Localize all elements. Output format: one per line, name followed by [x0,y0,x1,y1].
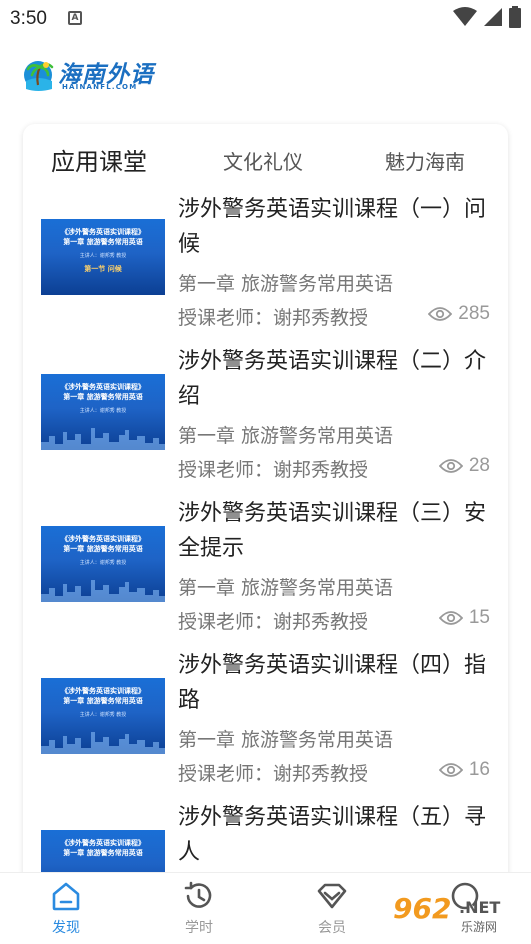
watermark-number: 962 [393,892,452,925]
thumb-course-name: 《涉外警务英语实训课程》 [61,383,145,391]
view-count: 28 [438,455,490,477]
thumb-chapter: 第一章 旅游警务常用英语 [63,238,143,246]
status-bar: 3:50 A [0,0,531,40]
nav-member[interactable]: 会员 [292,879,372,937]
view-count-number: 285 [458,303,490,324]
thumb-chapter: 第一章 旅游警务常用英语 [63,393,143,401]
course-thumbnail[interactable]: 《涉外警务英语实训课程》 第一章 旅游警务常用英语 主讲人：谢邦秀 教授 [41,678,165,754]
nav-discover-label: 发现 [52,920,80,936]
clock-history-icon [184,881,212,908]
eye-icon [438,459,463,473]
city-skyline-graphic [41,732,165,754]
course-title[interactable]: 涉外警务英语实训课程（二）介绍 [178,344,488,414]
notification-a-icon: A [68,11,82,25]
tab-app-classroom[interactable]: 应用课堂 [51,140,147,184]
status-time: 3:50 [10,8,47,29]
course-teacher: 授课老师：谢邦秀教授 [178,307,369,329]
course-thumbnail[interactable]: 《涉外警务英语实训课程》 第一章 旅游警务常用英语 主讲人：谢邦秀 教授 第一节… [41,219,165,295]
home-icon [52,882,80,911]
view-count-number: 15 [468,607,490,628]
course-item[interactable]: 《涉外警务英语实训课程》 第一章 旅游警务常用英语 主讲人：谢邦秀 教授 涉外警… [23,344,508,496]
site-watermark: 962 .NET 乐游网 [393,890,523,940]
category-tabs: 应用课堂 文化礼仪 魅力海南 [23,140,508,184]
thumb-course-name: 《涉外警务英语实训课程》 [61,839,145,847]
nav-member-label: 会员 [318,920,346,936]
watermark-text: 乐游网 [461,920,498,934]
view-count: 285 [428,303,490,325]
course-title[interactable]: 涉外警务英语实训课程（一）问候 [178,192,488,262]
thumb-course-name: 《涉外警务英语实训课程》 [61,228,145,236]
tab-culture-etiquette[interactable]: 文化礼仪 [223,140,303,184]
city-skyline-graphic [41,580,165,602]
logo-subtitle: HAINANFL.COM [62,83,138,91]
nav-discover[interactable]: 发现 [26,879,106,937]
battery-icon [509,6,521,28]
eye-icon [428,307,453,321]
course-item[interactable]: 《涉外警务英语实训课程》 第一章 旅游警务常用英语 主讲人：谢邦秀 教授 第一节… [23,192,508,344]
view-count-number: 28 [468,455,490,476]
thumb-lecturer: 主讲人：谢邦秀 教授 [79,712,127,718]
course-item[interactable]: 《涉外警务英语实训课程》 第一章 旅游警务常用英语 主讲人：谢邦秀 教授 涉外警… [23,648,508,800]
course-teacher: 授课老师：谢邦秀教授 [178,611,369,633]
palm-island-logo-icon [24,61,54,91]
nav-study-hours-label: 学时 [185,920,213,936]
eye-icon [438,763,463,777]
tab-charm-hainan[interactable]: 魅力海南 [385,140,465,184]
thumb-course-name: 《涉外警务英语实训课程》 [61,535,145,543]
view-count-number: 16 [468,759,490,780]
course-teacher: 授课老师：谢邦秀教授 [178,763,369,785]
city-skyline-graphic [41,428,165,450]
thumb-chapter: 第一章 旅游警务常用英语 [63,697,143,705]
course-teacher: 授课老师：谢邦秀教授 [178,459,369,481]
course-thumbnail[interactable]: 《涉外警务英语实训课程》 第一章 旅游警务常用英语 主讲人：谢邦秀 教授 [41,374,165,450]
status-icons [453,6,521,28]
course-chapter: 第一章 旅游警务常用英语 [178,273,394,295]
diamond-icon [317,883,347,909]
course-chapter: 第一章 旅游警务常用英语 [178,425,394,447]
thumb-lecturer: 主讲人：谢邦秀 教授 [79,253,127,259]
course-title[interactable]: 涉外警务英语实训课程（五）寻人 [178,800,488,870]
watermark-domain: .NET [459,898,501,917]
thumb-lecturer: 主讲人：谢邦秀 教授 [79,408,127,414]
course-title[interactable]: 涉外警务英语实训课程（四）指路 [178,648,488,718]
thumb-section: 第一节 问候 [84,265,122,273]
course-item[interactable]: 《涉外警务英语实训课程》 第一章 旅游警务常用英语 主讲人：谢邦秀 教授 涉外警… [23,496,508,648]
course-chapter: 第一章 旅游警务常用英语 [178,729,394,751]
thumb-chapter: 第一章 旅游警务常用英语 [63,545,143,553]
nav-study-hours[interactable]: 学时 [159,879,239,937]
course-thumbnail[interactable]: 《涉外警务英语实训课程》 第一章 旅游警务常用英语 主讲人：谢邦秀 教授 [41,526,165,602]
wifi-icon [453,7,477,26]
thumb-chapter: 第一章 旅游警务常用英语 [63,849,143,857]
app-logo: 海南外语 HAINANFL.COM [22,55,162,95]
thumb-lecturer: 主讲人：谢邦秀 教授 [79,560,127,566]
cellular-signal-icon [484,8,502,26]
view-count: 16 [438,759,490,781]
eye-icon [438,611,463,625]
view-count: 15 [438,607,490,629]
course-chapter: 第一章 旅游警务常用英语 [178,577,394,599]
course-card: 应用课堂 文化礼仪 魅力海南 《涉外警务英语实训课程》 第一章 旅游警务常用英语… [23,124,508,884]
thumb-course-name: 《涉外警务英语实训课程》 [61,687,145,695]
course-title[interactable]: 涉外警务英语实训课程（三）安全提示 [178,496,488,566]
